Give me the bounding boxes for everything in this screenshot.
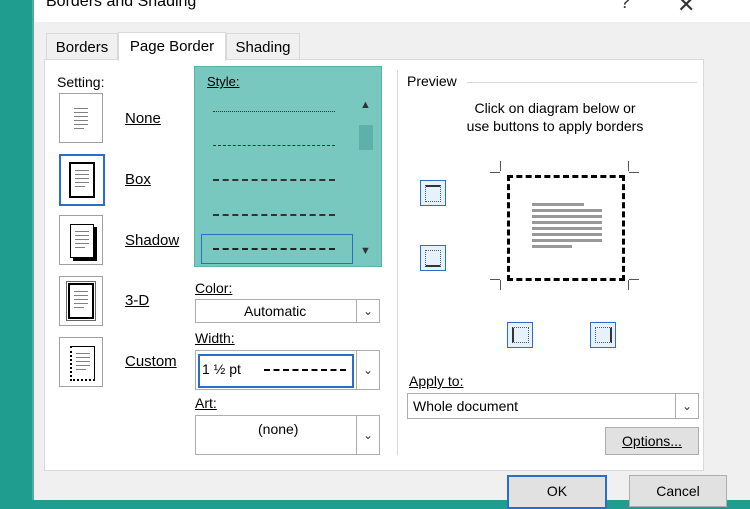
color-label: Color: xyxy=(195,280,233,296)
corner-mark xyxy=(628,280,629,290)
apply-to-dropdown[interactable]: Whole document ⌄ xyxy=(407,393,699,419)
setting-label: Setting: xyxy=(57,74,105,90)
apply-to-value: Whole document xyxy=(413,398,519,414)
corner-mark xyxy=(490,172,500,173)
width-label: Width: xyxy=(195,330,235,346)
corner-mark xyxy=(629,172,639,173)
style-label: Style: xyxy=(207,74,240,89)
style-selection-highlight xyxy=(201,234,353,264)
cancel-button[interactable]: Cancel xyxy=(629,475,727,507)
art-label: Art: xyxy=(195,395,217,411)
setting-custom-label[interactable]: Custom xyxy=(125,353,177,370)
style-option-dash[interactable] xyxy=(213,179,335,181)
style-option-dotted[interactable] xyxy=(213,111,335,112)
width-value: 1 ½ pt xyxy=(202,361,241,377)
top-border-icon xyxy=(425,185,441,202)
color-dropdown[interactable]: Automatic ⌄ xyxy=(195,299,380,323)
options-button[interactable]: Options... xyxy=(605,427,699,455)
left-border-button[interactable] xyxy=(507,322,533,348)
corner-mark xyxy=(500,280,501,290)
3d-setting-icon[interactable] xyxy=(59,276,103,326)
corner-mark xyxy=(629,279,639,280)
style-listbox[interactable]: Style: ▲ ▼ xyxy=(194,66,382,267)
ok-button[interactable]: OK xyxy=(507,475,607,509)
page-border-panel: Setting: None Box Shadow 3-D Custom Styl… xyxy=(44,59,704,471)
art-value: (none) xyxy=(258,421,299,437)
corner-mark xyxy=(628,161,629,171)
tab-page-border[interactable]: Page Border xyxy=(118,32,226,61)
help-button[interactable]: ? xyxy=(620,0,630,13)
chevron-down-icon[interactable]: ⌄ xyxy=(356,416,379,454)
apply-to-label: Apply to: xyxy=(409,373,464,389)
chevron-down-icon[interactable]: ⌄ xyxy=(356,300,379,322)
right-border-icon xyxy=(595,327,612,343)
page-doc-box xyxy=(69,162,95,198)
style-option-long-dash[interactable] xyxy=(213,214,335,216)
page-doc-custom xyxy=(70,346,95,381)
tab-shading[interactable]: Shading xyxy=(226,33,300,60)
page-doc-shadow xyxy=(70,224,94,258)
setting-box-label[interactable]: Box xyxy=(125,171,151,188)
style-scrollbar[interactable]: ▲ ▼ xyxy=(356,97,376,261)
scroll-up-icon[interactable]: ▲ xyxy=(360,99,371,111)
setting-3d-label[interactable]: 3-D xyxy=(125,292,149,309)
close-button[interactable]: ✕ xyxy=(677,0,695,18)
chevron-down-icon[interactable]: ⌄ xyxy=(356,351,379,389)
scroll-thumb[interactable] xyxy=(359,125,373,150)
tab-borders[interactable]: Borders xyxy=(46,33,118,60)
preview-divider xyxy=(467,82,697,83)
corner-mark xyxy=(500,161,501,171)
shadow-setting-icon[interactable] xyxy=(59,215,103,265)
width-line-preview xyxy=(264,369,346,371)
color-value: Automatic xyxy=(244,303,307,319)
corner-mark xyxy=(490,279,500,280)
width-dropdown[interactable]: 1 ½ pt ⌄ xyxy=(195,350,380,390)
style-option-fine-dash[interactable] xyxy=(213,145,335,146)
none-setting-icon[interactable] xyxy=(59,93,103,143)
bottom-border-icon xyxy=(425,250,441,267)
art-dropdown[interactable]: (none) ⌄ xyxy=(195,415,380,455)
page-doc-3d xyxy=(66,281,96,321)
window-title: Borders and Shading xyxy=(46,0,197,10)
setting-shadow-label[interactable]: Shadow xyxy=(125,232,179,249)
preview-diagram[interactable] xyxy=(507,175,625,281)
left-border-icon xyxy=(512,327,529,343)
custom-setting-icon[interactable] xyxy=(59,337,103,387)
scroll-down-icon[interactable]: ▼ xyxy=(360,245,371,257)
borders-shading-dialog: Borders and Shading ? ✕ Borders Page Bor… xyxy=(32,0,750,509)
setting-none-label[interactable]: None xyxy=(125,110,161,127)
preview-hint: Click on diagram below or use buttons to… xyxy=(466,100,644,134)
bottom-border-button[interactable] xyxy=(420,245,446,271)
chevron-down-icon[interactable]: ⌄ xyxy=(675,394,698,418)
box-setting-icon[interactable] xyxy=(59,154,105,206)
right-border-button[interactable] xyxy=(590,322,616,348)
title-bar: Borders and Shading ? ✕ xyxy=(34,0,750,22)
preview-label: Preview xyxy=(407,73,457,89)
top-border-button[interactable] xyxy=(420,180,446,206)
section-divider xyxy=(397,70,398,455)
page-doc-none xyxy=(70,102,92,134)
